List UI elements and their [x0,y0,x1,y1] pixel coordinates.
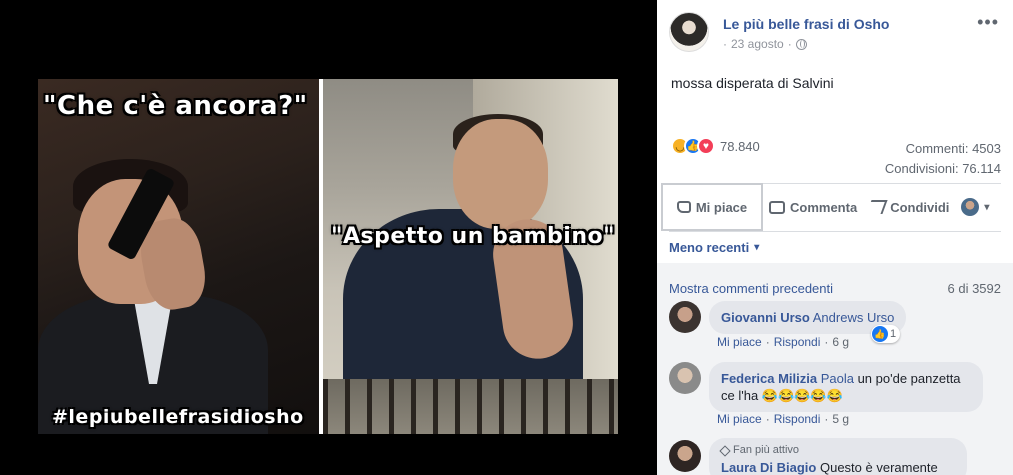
commenter-avatar[interactable] [669,301,701,333]
comment-time[interactable]: 5 g [832,412,849,426]
comment-bubble: Federica Milizia Paola un po'de panzetta… [709,362,983,412]
comment-tag[interactable]: Andrews Urso [813,310,895,325]
reactions-count: 78.840 [720,138,760,154]
comment-bubble: Fan più attivo Laura Di Biagio Questo è … [709,438,967,475]
comment-author[interactable]: Federica Milizia [721,371,817,386]
like-button[interactable]: Mi piace [661,183,763,231]
diamond-icon [719,444,731,457]
dot-separator: · [824,412,829,426]
page-avatar[interactable] [669,12,709,52]
comment-button-label: Commenta [790,199,858,215]
commenter-avatar[interactable] [669,440,701,472]
top-fan-badge: Fan più attivo [719,442,955,459]
post-text: mossa disperata di Salvini [671,75,834,91]
comment-reply-link[interactable]: Rispondi [774,335,821,349]
shares-count-link[interactable]: Condivisioni: 76.114 [885,159,1001,179]
reactions-summary[interactable]: ◡ 👍 ♥ 78.840 [671,137,760,155]
share-button[interactable]: Condividi [863,187,955,227]
comment-author[interactable]: Laura Di Biagio [721,460,816,475]
like-reaction-icon: 👍 [872,326,888,342]
dot-separator: · [824,335,829,349]
chevron-down-icon: ▾ [984,201,990,213]
meme-caption-middle: "Aspetto un bambino" [331,224,616,249]
user-avatar-icon [961,198,980,216]
sort-label: Meno recenti [669,240,750,255]
show-previous-comments-link[interactable]: Mostra commenti precedenti [669,281,833,296]
badge-label: Fan più attivo [733,444,800,456]
more-options-icon[interactable]: ••• [977,12,999,33]
meme-image[interactable]: "Che c'è ancora?" #lepiubellefrasidiosho… [38,79,618,434]
thumbs-up-icon [676,201,691,213]
comment-sort-dropdown[interactable]: Meno recenti ▾ [669,240,759,255]
meme-left-panel: "Che c'è ancora?" #lepiubellefrasidiosho [38,79,319,434]
share-arrow-icon [866,200,888,214]
meta-separator: · [787,37,792,51]
comment-tag[interactable]: Paola [821,371,854,386]
meme-right-panel: "Aspetto un bambino" [323,79,618,434]
comment-actions: Mi piace · Rispondi · 6 g [717,335,849,349]
page-name-link[interactable]: Le più belle frasi di Osho [723,16,889,32]
like-button-label: Mi piace [695,199,748,215]
post-date[interactable]: 23 agosto [731,37,784,51]
comment-like-link[interactable]: Mi piace [717,412,762,426]
post-meta: · 23 agosto · [723,37,807,51]
love-reaction-icon: ♥ [697,137,715,155]
post-actions-bar: Mi piace Commenta Condividi ▾ [661,183,1011,231]
comment-button[interactable]: Commenta [763,187,863,227]
comment-reaction-count: 1 [890,328,897,340]
divider [669,231,1001,232]
dot-separator: · [765,335,770,349]
post-as-selector[interactable]: ▾ [955,187,995,227]
meme-hashtag: #lepiubellefrasidiosho [52,406,304,428]
post-stats: Commenti: 4503 Condivisioni: 76.114 [885,139,1001,179]
comment-reply-link[interactable]: Rispondi [774,412,821,426]
head-shape [453,119,548,229]
comment-bubble-icon [769,200,785,214]
photo-viewer-stage: "Che c'è ancora?" #lepiubellefrasidiosho… [0,0,657,475]
balcony-railing [323,379,618,434]
comment-like-link[interactable]: Mi piace [717,335,762,349]
meta-separator: · [723,37,727,51]
comment-author[interactable]: Giovanni Urso [721,310,810,325]
comments-count-link[interactable]: Commenti: 4503 [885,139,1001,159]
dot-separator: · [765,412,770,426]
comment-reactions[interactable]: 👍 1 [871,325,901,343]
comment-text: Questo è veramente [816,460,938,475]
comments-counter: 6 di 3592 [947,281,1002,296]
globe-icon [795,38,807,50]
comment-actions: Mi piace · Rispondi · 5 g [717,412,849,426]
comment-time[interactable]: 6 g [832,335,849,349]
chevron-down-icon: ▾ [754,242,760,253]
meme-caption-top: "Che c'è ancora?" [43,91,308,121]
commenter-avatar[interactable] [669,362,701,394]
post-side-panel: Le più belle frasi di Osho · 23 agosto ·… [657,0,1013,475]
share-button-label: Condividi [890,199,950,215]
